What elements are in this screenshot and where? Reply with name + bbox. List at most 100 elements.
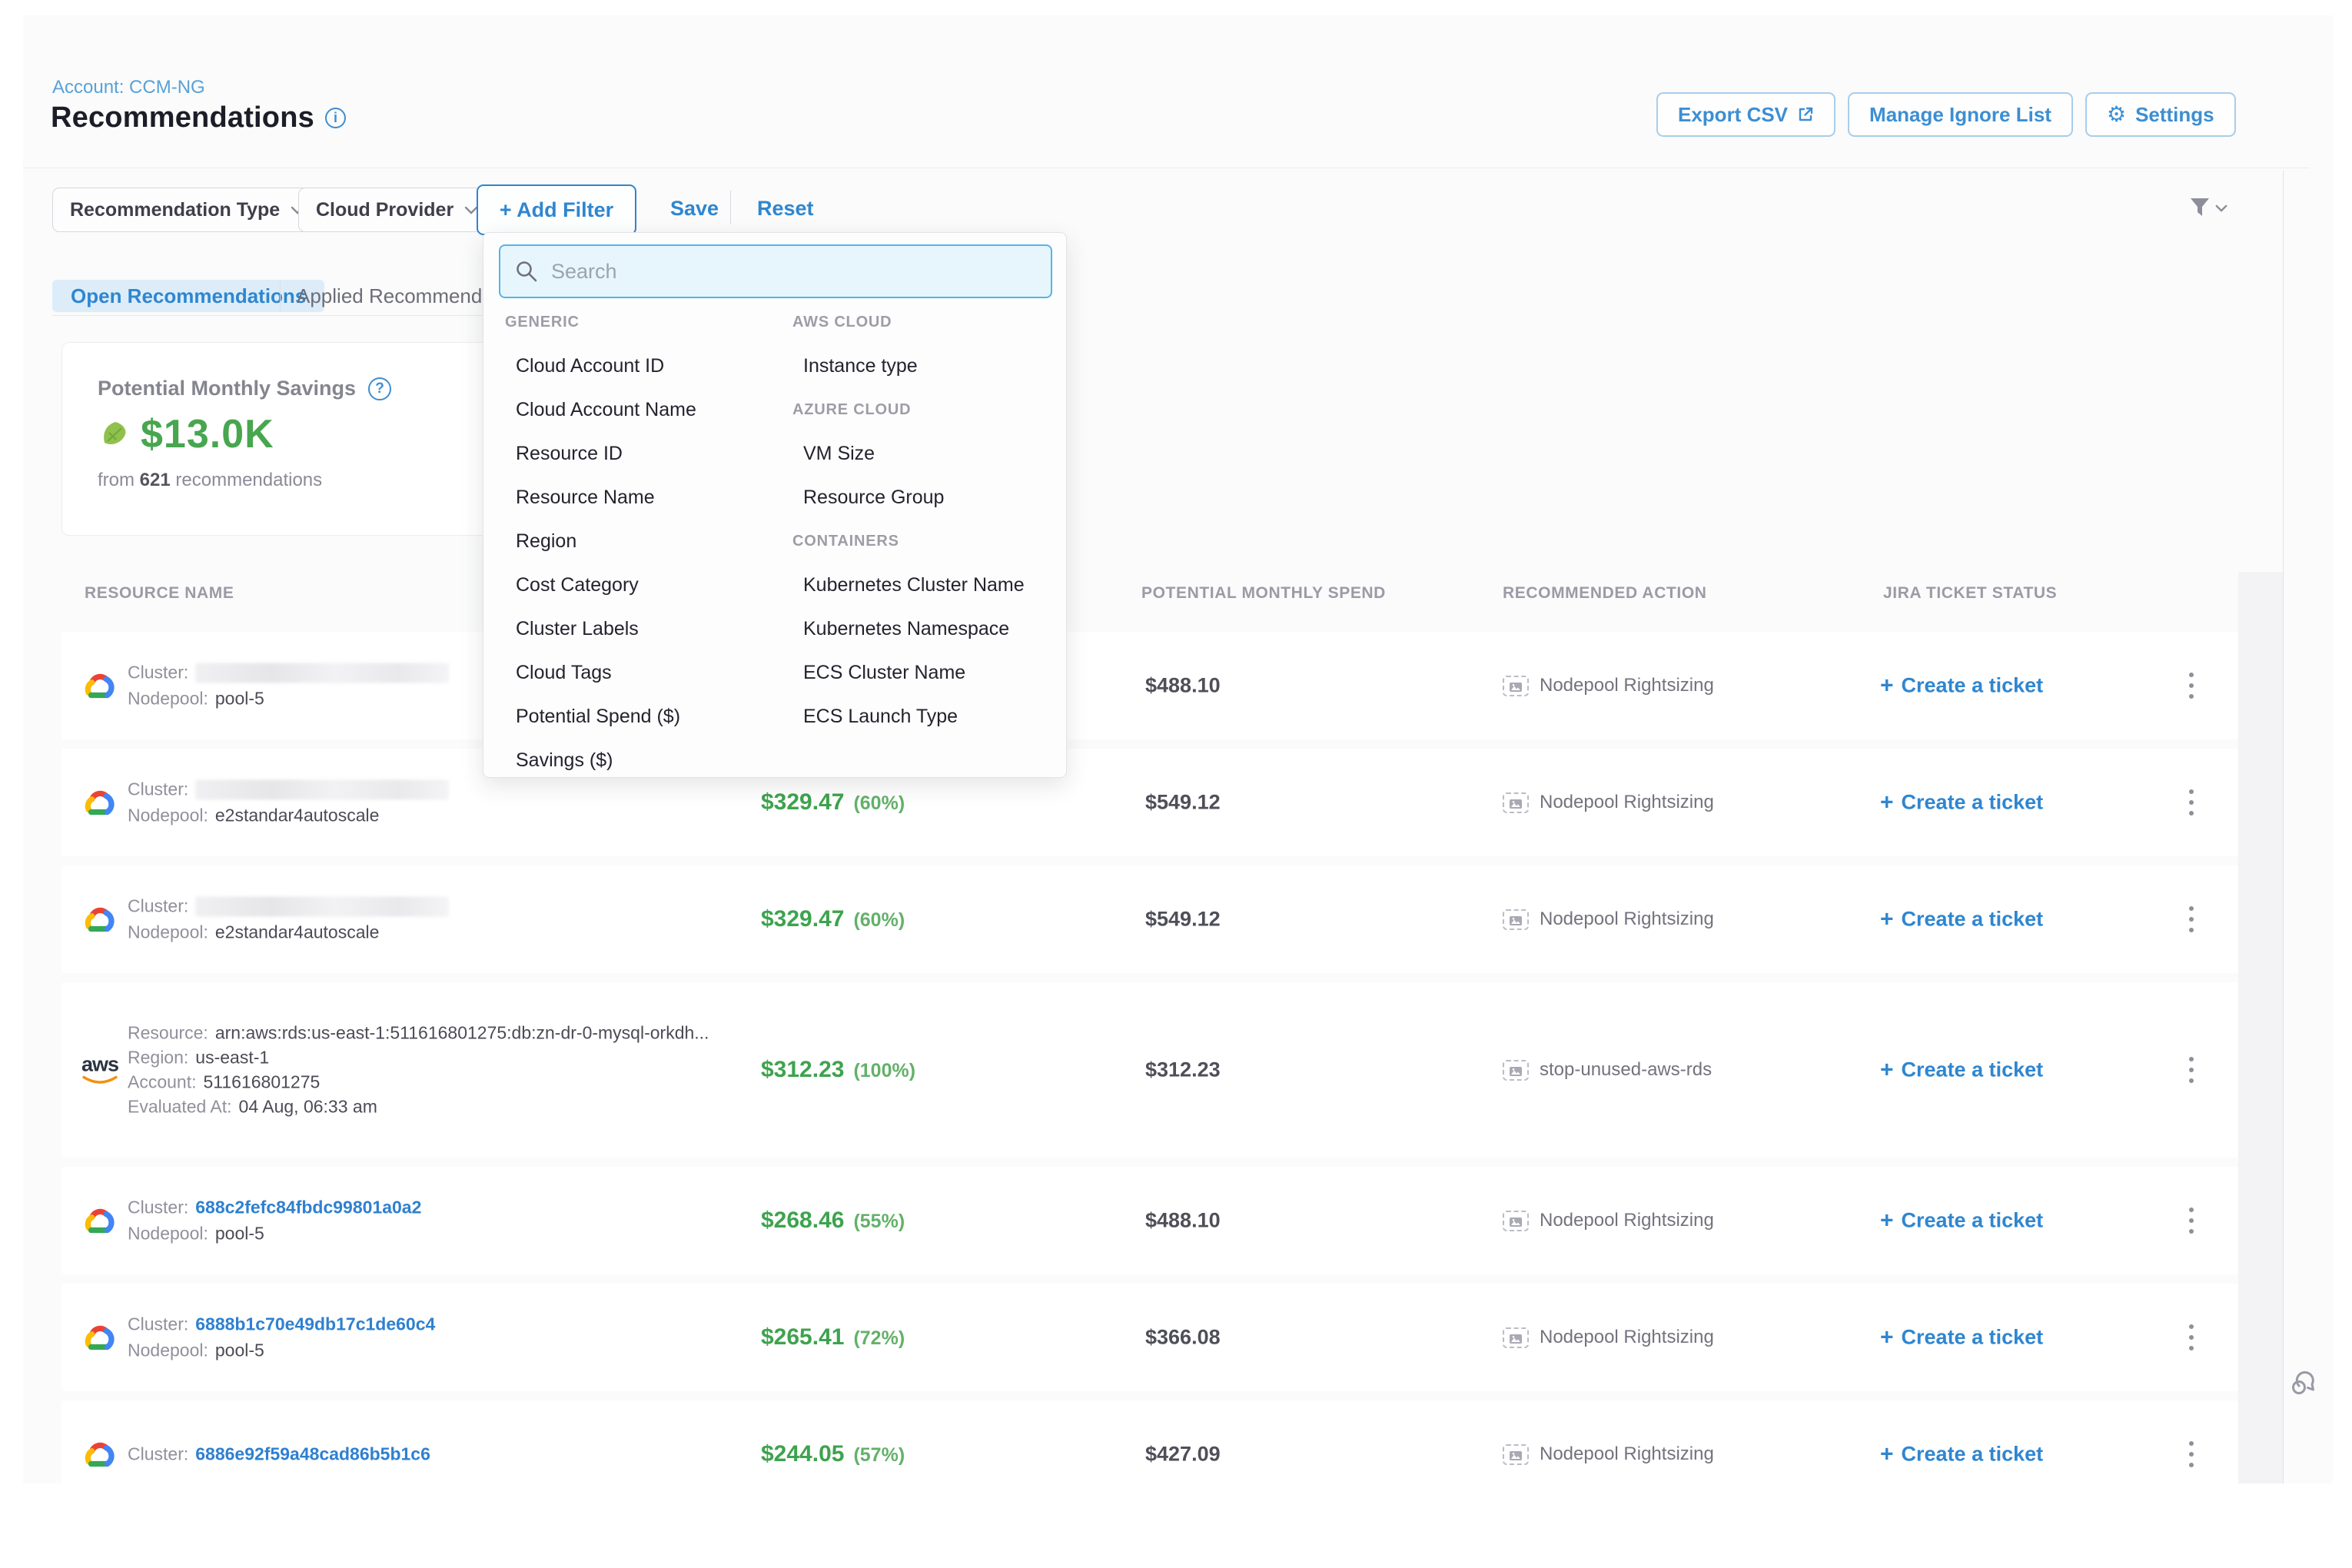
create-ticket-button[interactable]: +Create a ticket [1880,1443,2043,1467]
row-menu-kebab-icon[interactable] [2184,668,2198,703]
cluster-link[interactable]: 688c2fefc84fbdc99801a0a2 [195,1198,421,1218]
resource-line-label: Resource: [128,1023,208,1044]
table-row: Cluster: 688c2fefc84fbdc99801a0a2 Nodepool… [61,1167,2238,1274]
resource-line-label: Nodepool: [128,1340,208,1361]
resource-line-label: Nodepool: [128,1224,208,1244]
resource-line-value: us-east-1 [195,1048,269,1068]
row-menu-kebab-icon[interactable] [2184,1320,2198,1355]
recommended-action-label: Nodepool Rightsizing [1540,675,1714,696]
resource-line-label: Cluster: [128,1314,188,1335]
table-row: Cluster:6886e92f59a48cad86b5b1c6$244.05(… [61,1400,2238,1483]
filter-search-input[interactable] [499,244,1052,298]
recommendation-type-filter-chip[interactable]: Recommendation Type [52,188,322,232]
filter-option-resource-id[interactable]: Resource ID [505,432,792,476]
create-ticket-button[interactable]: +Create a ticket [1880,674,2043,698]
create-ticket-label: Create a ticket [1902,791,2044,815]
add-filter-button[interactable]: + Add Filter [477,184,636,235]
filter-option-kubernetes-namespace[interactable]: Kubernetes Namespace [792,607,1080,651]
filter-dropdown-column: AWS CLOUDInstance typeAZURE CLOUDVM Size… [792,301,1080,782]
row-menu-kebab-icon[interactable] [2184,1052,2198,1088]
recommendations-tabs: Open Recommendations Applied Recommendat… [52,280,513,315]
resource-details: Cluster: 6888b1c70e49db17c1de60c4 Nodepool… [128,1309,435,1367]
settings-button[interactable]: ⚙ Settings [2085,92,2236,137]
filter-option-ecs-cluster-name[interactable]: ECS Cluster Name [792,651,1080,695]
create-ticket-label: Create a ticket [1902,1058,2044,1082]
manage-ignore-list-button[interactable]: Manage Ignore List [1848,92,2073,137]
recommended-action: Nodepool Rightsizing [1503,1210,1714,1231]
table-row: Cluster:Nodepool:pool-5$488.10Nodepool R… [61,632,2238,739]
row-menu-kebab-icon[interactable] [2184,902,2198,937]
row-menu-kebab-icon[interactable] [2184,1437,2198,1472]
recommended-action-icon [1503,676,1529,696]
row-menu-kebab-icon[interactable] [2184,1203,2198,1238]
row-menu-kebab-icon[interactable] [2184,785,2198,820]
filter-option-columns: GENERICCloud Account IDCloud Account Nam… [505,301,1080,782]
savings-amount: $13.0K [141,411,274,457]
filter-panel-toggle[interactable] [2188,195,2227,220]
recommended-action: stop-unused-aws-rds [1503,1059,1712,1081]
support-icon[interactable] [2289,1367,2321,1403]
savings-percent: (72%) [853,1327,905,1350]
create-ticket-label: Create a ticket [1902,1443,2044,1467]
tab-divider [280,281,281,312]
create-ticket-button[interactable]: +Create a ticket [1880,791,2043,815]
savings-amount: $329.47 [761,906,844,932]
export-csv-button[interactable]: Export CSV [1656,92,1835,137]
save-filter-button[interactable]: Save [670,197,719,221]
filter-option-cloud-account-name[interactable]: Cloud Account Name [505,388,792,432]
resource-details: Cluster:Nodepool:e2standar4autoscale [128,774,449,832]
create-ticket-button[interactable]: +Create a ticket [1880,1326,2043,1350]
potential-monthly-savings-value: $329.47(60%) [761,789,905,816]
filter-option-instance-type[interactable]: Instance type [792,344,1080,388]
cluster-link[interactable]: 6886e92f59a48cad86b5b1c6 [195,1444,430,1465]
gcp-cloud-icon [81,1438,118,1470]
cloud-provider-filter-chip[interactable]: Cloud Provider [298,188,496,232]
create-ticket-button[interactable]: + Create a ticket [1880,1058,2043,1082]
filter-option-ecs-launch-type[interactable]: ECS Launch Type [792,695,1080,739]
info-icon[interactable]: i [325,108,346,128]
filter-option-region[interactable]: Region [505,520,792,563]
filter-option-potential-spend[interactable]: Potential Spend ($) [505,695,792,739]
resource-line-label: Cluster: [128,1198,188,1218]
filter-option-kubernetes-cluster-name[interactable]: Kubernetes Cluster Name [792,563,1080,607]
tabs-underline [52,315,483,316]
savings-card-title: Potential Monthly Savings [98,377,356,400]
external-link-icon [1797,106,1814,123]
aws-logo-icon: aws [81,1055,118,1086]
recommendations-page: Account: CCM-NG Recommendations i Export… [0,0,2352,1568]
resource-line-value: pool-5 [215,1224,264,1244]
potential-monthly-spend-value: $549.12 [1145,791,1221,815]
create-ticket-button[interactable]: +Create a ticket [1880,908,2043,932]
potential-monthly-spend-value: $488.10 [1145,1209,1221,1233]
question-icon[interactable]: ? [368,377,391,400]
resource-line-label: Account: [128,1072,197,1093]
reset-filter-button[interactable]: Reset [757,197,814,221]
filter-option-vm-size[interactable]: VM Size [792,432,1080,476]
potential-monthly-spend-value: $312.23 [1145,1058,1221,1082]
filter-option-cost-category[interactable]: Cost Category [505,563,792,607]
resource-line-label: Cluster: [128,663,188,683]
recommended-action-label: Nodepool Rightsizing [1540,1327,1714,1348]
create-ticket-button[interactable]: +Create a ticket [1880,1209,2043,1233]
filter-option-resource-group[interactable]: Resource Group [792,476,1080,520]
potential-monthly-spend-value: $427.09 [1145,1443,1221,1467]
cluster-link[interactable]: 6888b1c70e49db17c1de60c4 [195,1314,435,1335]
potential-monthly-savings-value: $268.46(55%) [761,1208,905,1234]
filter-option-cluster-labels[interactable]: Cluster Labels [505,607,792,651]
resource-line-label: Region: [128,1048,188,1068]
account-breadcrumb[interactable]: Account: CCM-NG [52,77,205,98]
resource-line-value: arn:aws:rds:us-east-1:511616801275:db:zn… [215,1023,709,1044]
filter-option-cloud-account-id[interactable]: Cloud Account ID [505,344,792,388]
recommended-action: Nodepool Rightsizing [1503,909,1714,930]
filter-option-savings[interactable]: Savings ($) [505,739,792,782]
resource-line-value: e2standar4autoscale [215,922,380,943]
recommendation-count: 621 [140,470,171,490]
savings-percent: (60%) [853,792,905,815]
gcp-logo-cell [78,669,121,702]
filter-option-resource-name[interactable]: Resource Name [505,476,792,520]
filter-option-cloud-tags[interactable]: Cloud Tags [505,651,792,695]
scrollbar-track[interactable] [2283,171,2284,1483]
plus-icon: + [1880,1058,1894,1081]
tab-open-recommendations[interactable]: Open Recommendations [52,280,324,312]
aws-logo-cell: aws [78,1055,121,1086]
